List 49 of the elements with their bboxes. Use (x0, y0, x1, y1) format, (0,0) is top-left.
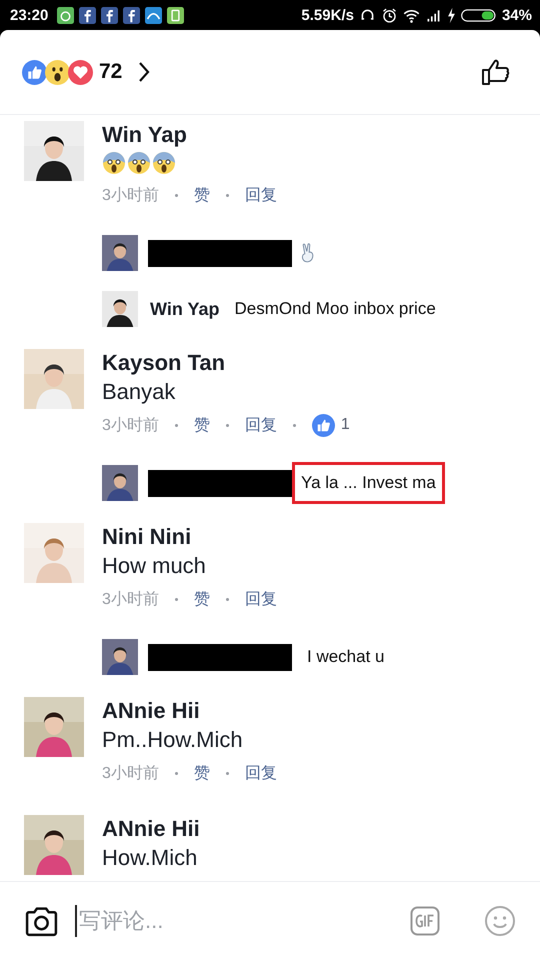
comment-text: How much (102, 552, 207, 580)
comment-text: Pm..How.Mich (102, 726, 244, 754)
gif-icon[interactable] (410, 906, 440, 936)
clock: 23:20 (10, 6, 48, 24)
commenter-name[interactable]: ANnie Hii (102, 697, 277, 725)
network-speed: 5.59K/s (301, 6, 354, 24)
thumbs-up-icon (22, 60, 47, 84)
reply-text: Ya la ... Invest ma (292, 462, 445, 504)
facebook-notification-icon (79, 6, 96, 24)
battery-percent: 34% (502, 6, 532, 24)
commenter-name[interactable]: Kayson Tan (102, 349, 350, 377)
screaming-face-icon (152, 151, 176, 175)
comment-text: How.Mich (102, 844, 198, 872)
like-link[interactable]: 赞 (194, 588, 210, 610)
alarm-icon (380, 6, 398, 24)
facebook-notification-icon (123, 6, 140, 24)
app-notification-icon (145, 6, 162, 24)
like-link[interactable]: 赞 (194, 414, 210, 436)
charging-icon (446, 6, 456, 24)
reply-text: DesmOnd Moo inbox price (234, 298, 437, 320)
chevron-right-icon (138, 61, 150, 83)
commenter-name[interactable]: Win Yap (102, 121, 277, 149)
screaming-face-icon (127, 151, 151, 175)
screaming-face-icon (102, 151, 126, 175)
reactions-summary[interactable]: 72 (22, 60, 150, 84)
reply-link[interactable]: 回复 (244, 588, 277, 610)
app-notification-icon (57, 6, 74, 24)
comment-time: 3小时前 (102, 416, 159, 436)
commenter-name[interactable]: ANnie Hii (102, 815, 200, 843)
thumbs-up-icon (312, 414, 335, 436)
battery-icon (460, 8, 497, 22)
commenter-name[interactable]: Win Yap (150, 298, 220, 320)
reply-link[interactable]: 回复 (244, 414, 277, 436)
commenter-name[interactable]: Nini Nini (102, 523, 277, 551)
surprised-face-icon (45, 60, 70, 84)
comment-time: 3小时前 (102, 186, 159, 206)
like-link[interactable]: 赞 (194, 762, 210, 784)
app-notification-icon (167, 6, 184, 24)
comment-time: 3小时前 (102, 590, 159, 610)
comment-text: Banyak (102, 378, 176, 406)
facebook-notification-icon (101, 6, 118, 24)
camera-icon[interactable] (24, 906, 59, 936)
like-link[interactable]: 赞 (194, 184, 210, 206)
comment-input[interactable]: 写评论... (75, 905, 394, 937)
like-count: 1 (340, 416, 350, 434)
reply-text: I wechat u (306, 646, 386, 668)
reply-link[interactable]: 回复 (244, 184, 277, 206)
comment-time: 3小时前 (102, 764, 159, 784)
reply-link[interactable]: 回复 (244, 762, 277, 784)
